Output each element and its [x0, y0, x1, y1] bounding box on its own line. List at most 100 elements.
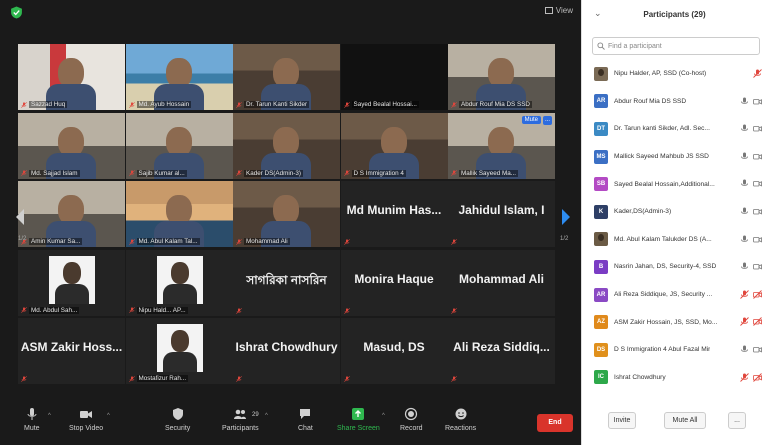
microphone-icon[interactable]: [740, 152, 749, 161]
stop-video-button[interactable]: Stop Video: [69, 407, 103, 432]
microphone-muted-icon[interactable]: [753, 69, 762, 78]
video-camera-icon[interactable]: [753, 97, 762, 106]
microphone-icon[interactable]: [740, 179, 749, 188]
participant-tile[interactable]: Md. Ayub Hossain: [125, 44, 233, 110]
name-tag: Nipu Hald... AP...: [128, 306, 188, 314]
participant-tile[interactable]: ASM Zakir Hoss...: [18, 318, 125, 384]
video-off-icon[interactable]: [753, 317, 762, 327]
participant-list-item[interactable]: SB Sayed Bealal Hossain,Additional...: [582, 170, 767, 198]
participant-tile[interactable]: Dr. Tarun Kanti Sikder: [233, 44, 340, 110]
participant-tile[interactable]: সাগরিকা নাসরিন: [233, 249, 340, 316]
chat-button[interactable]: Chat: [298, 407, 313, 432]
video-camera-icon[interactable]: [753, 235, 762, 244]
video-camera-icon[interactable]: [753, 179, 762, 188]
end-meeting-button[interactable]: End: [537, 414, 573, 432]
avatar: DS: [594, 342, 608, 357]
share-options-caret-icon[interactable]: ^: [382, 413, 385, 419]
mute-participant-button[interactable]: Mute: [521, 115, 541, 124]
next-page-arrow-icon[interactable]: [561, 208, 571, 226]
mute-button[interactable]: Mute: [24, 407, 40, 432]
participant-tile[interactable]: Abdur Rouf Mia DS SSD: [448, 44, 555, 110]
microphone-icon[interactable]: [740, 207, 749, 216]
share-screen-button[interactable]: Share Screen: [337, 407, 380, 432]
reactions-smiley-icon: [455, 408, 467, 420]
participant-tile[interactable]: Sazzad Huq: [18, 44, 125, 110]
microphone-icon[interactable]: [740, 124, 749, 133]
person-body: [162, 283, 197, 304]
participant-list-item[interactable]: MS Mallick Sayeed Mahbub JS SSD: [582, 143, 767, 171]
video-camera-icon[interactable]: [753, 207, 762, 216]
participant-tile[interactable]: Md. Abul Kalam Tal...: [125, 181, 233, 247]
participant-list-item[interactable]: Md. Abul Kalam Talukder DS (A...: [582, 226, 767, 254]
participant-tile[interactable]: Md. Abdul Sah...: [18, 249, 125, 316]
participant-list-item[interactable]: B Nasrin Jahan, DS, Security-4, SSD: [582, 253, 767, 281]
previous-page-arrow-icon[interactable]: [15, 208, 25, 226]
participant-tile[interactable]: Nipu Hald... AP...: [125, 249, 233, 316]
security-button[interactable]: Security: [165, 407, 190, 432]
microphone-muted-icon: [236, 238, 242, 245]
participant-tile[interactable]: Mallik Sayeed Ma... Mute...: [448, 112, 555, 179]
participant-name-label: Md. Ayub Hossain: [136, 101, 192, 108]
participants-options-caret-icon[interactable]: ^: [265, 413, 268, 419]
shield-icon[interactable]: [10, 6, 23, 19]
participants-button[interactable]: Participants: [222, 407, 259, 432]
participant-tile[interactable]: Masud, DS: [340, 318, 448, 384]
microphone-muted-icon: [236, 307, 242, 314]
participant-name-label: Dr. Tarun Kanti Sikder: [244, 101, 310, 108]
participant-name: D S Immigration 4 Abul Fazal Mir: [614, 346, 711, 354]
participant-list-item[interactable]: Nipu Halder, AP, SSD (Co-host): [582, 60, 767, 88]
participant-list-item[interactable]: IC Ishrat Chowdhury: [582, 364, 767, 392]
participant-tile[interactable]: Md. Sajjad Islam: [18, 112, 125, 179]
participant-list-item[interactable]: AR Ali Reza Siddique, JS, Security ...: [582, 281, 767, 309]
microphone-icon[interactable]: [740, 262, 749, 271]
microphone-muted-icon[interactable]: [740, 372, 749, 382]
participant-tile[interactable]: Amin Kumar Sa...: [18, 181, 125, 247]
participants-label: Participants: [222, 425, 259, 432]
tile-more-button[interactable]: ...: [543, 115, 552, 125]
participant-tile[interactable]: Mohammad Ali: [233, 181, 340, 247]
record-button[interactable]: Record: [400, 407, 423, 432]
page-indicator-right: 1/2: [560, 236, 569, 242]
participant-search-input[interactable]: Find a participant: [592, 37, 760, 55]
participant-tile[interactable]: Monira Haque: [340, 249, 448, 316]
view-button[interactable]: View: [544, 6, 573, 15]
participant-list-item[interactable]: DT Dr. Tarun kanti Sikder, Adl. Sec...: [582, 115, 767, 143]
participant-tile[interactable]: Sayed Bealal Hossai...: [340, 44, 448, 110]
microphone-icon[interactable]: [740, 97, 749, 106]
participant-tile[interactable]: Sajib Kumar al...: [125, 112, 233, 179]
profile-photo: [156, 324, 203, 372]
participant-tile[interactable]: Jahidul Islam, I: [448, 181, 555, 247]
reactions-button[interactable]: Reactions: [445, 407, 476, 432]
microphone-muted-icon[interactable]: [740, 317, 749, 327]
name-tag: [236, 307, 242, 314]
participant-list-item[interactable]: AR Abdur Rouf Mia DS SSD: [582, 88, 767, 116]
participant-tile[interactable]: Mohammad Ali: [448, 249, 555, 316]
video-camera-icon[interactable]: [753, 124, 762, 133]
participant-tile[interactable]: Kader DS(Admin-3): [233, 112, 340, 179]
participant-tile[interactable]: Ali Reza Siddiq...: [448, 318, 555, 384]
participant-tile[interactable]: D S Immigration 4: [340, 112, 448, 179]
participant-tile[interactable]: Md Munim Has...: [340, 181, 448, 247]
video-camera-icon[interactable]: [753, 345, 762, 354]
microphone-icon[interactable]: [740, 235, 749, 244]
microphone-muted-icon[interactable]: [740, 289, 749, 299]
participant-display-name: Ali Reza Siddiq...: [453, 340, 550, 354]
video-camera-icon[interactable]: [753, 152, 762, 161]
more-options-button[interactable]: ...: [728, 412, 746, 429]
participant-display-name: সাগরিকা নাসরিন: [246, 272, 327, 287]
mute-all-button[interactable]: Mute All: [664, 412, 706, 429]
participant-status-icons: [740, 345, 762, 354]
participant-list-item[interactable]: AZ ASM Zakir Hossain, JS, SSD, Mo...: [582, 308, 767, 336]
invite-button[interactable]: Invite: [608, 412, 636, 429]
video-off-icon[interactable]: [753, 289, 762, 299]
participant-tile[interactable]: Mostafizur Rah...: [125, 318, 233, 384]
participant-list-item[interactable]: K Kader,DS(Admin-3): [582, 198, 767, 226]
participant-tile[interactable]: Ishrat Chowdhury: [233, 318, 340, 384]
audio-options-caret-icon[interactable]: ^: [48, 413, 51, 419]
video-camera-icon[interactable]: [753, 262, 762, 271]
microphone-icon[interactable]: [740, 345, 749, 354]
reactions-label: Reactions: [445, 425, 477, 432]
participant-list-item[interactable]: DS D S Immigration 4 Abul Fazal Mir: [582, 336, 767, 364]
video-off-icon[interactable]: [753, 372, 762, 382]
video-options-caret-icon[interactable]: ^: [107, 413, 110, 419]
